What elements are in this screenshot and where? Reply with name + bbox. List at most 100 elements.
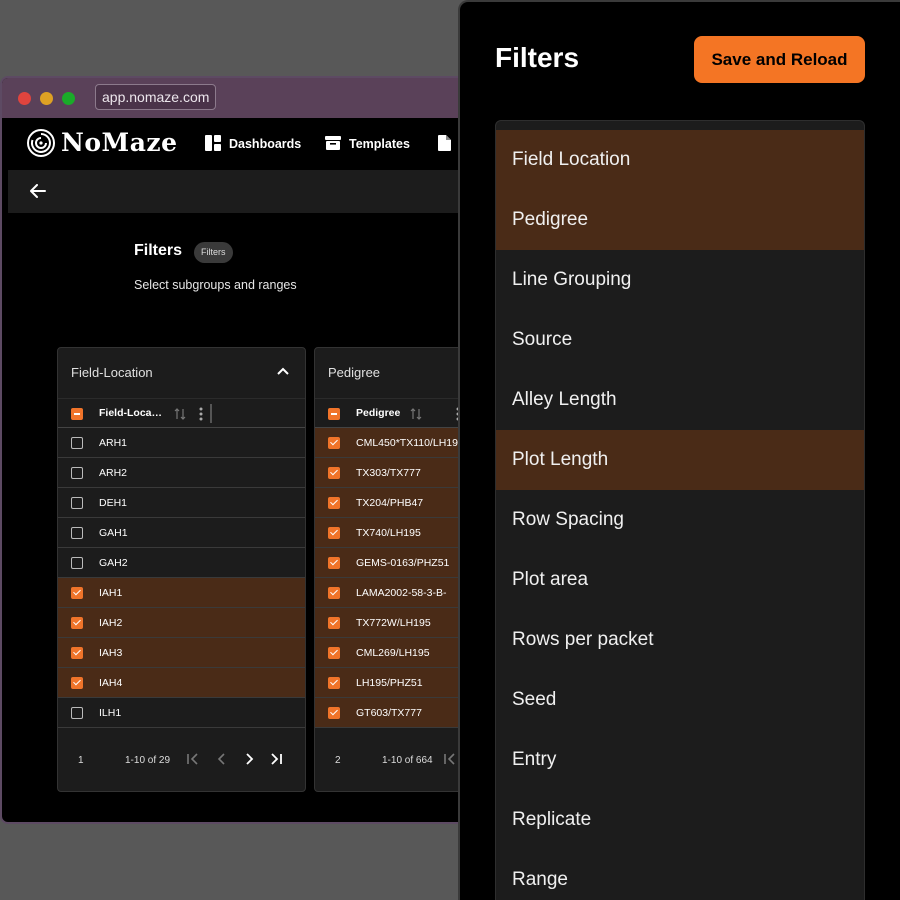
row-checkbox[interactable] [328, 437, 340, 449]
row-label: IAH2 [99, 617, 123, 629]
row-label: ARH2 [99, 467, 128, 479]
row-checkbox[interactable] [328, 617, 340, 629]
table-row[interactable]: LAMA2002-58-3-B- [315, 578, 468, 608]
table-row[interactable]: DEH1 [58, 488, 305, 518]
row-checkbox[interactable] [71, 617, 83, 629]
panel-title: Filters [495, 42, 580, 73]
table-row[interactable]: ILH1 [58, 698, 305, 728]
filter-list: Field Location Pedigree Line Grouping Sourc… [495, 120, 865, 900]
filter-item[interactable]: Pedigree [496, 190, 864, 250]
row-label: ARH1 [99, 437, 128, 449]
table-row[interactable]: GAH1 [58, 518, 305, 548]
row-checkbox[interactable] [328, 467, 340, 479]
save-and-reload-button[interactable]: Save and Reload [694, 36, 865, 83]
first-page-icon[interactable] [186, 752, 200, 766]
column-header[interactable]: Field-Loca… [99, 407, 162, 419]
row-checkbox[interactable] [71, 647, 83, 659]
table-row[interactable]: GAH2 [58, 548, 305, 578]
row-checkbox[interactable] [71, 677, 83, 689]
row-checkbox[interactable] [71, 437, 83, 449]
brand-name: NoMaze [61, 128, 178, 157]
close-window-button[interactable] [18, 92, 31, 105]
next-page-icon[interactable] [242, 752, 256, 766]
page-range: 1-10 of 29 [125, 755, 171, 766]
first-page-icon[interactable] [443, 752, 457, 766]
grid-header: Pedigree [315, 398, 468, 428]
filter-item[interactable]: Plot Length [496, 430, 864, 490]
row-checkbox[interactable] [71, 707, 83, 719]
table-row[interactable]: ARH2 [58, 458, 305, 488]
filter-item[interactable]: Plot area [496, 550, 864, 610]
row-checkbox[interactable] [328, 677, 340, 689]
row-checkbox[interactable] [71, 467, 83, 479]
table-row[interactable]: IAH3 [58, 638, 305, 668]
table-row[interactable]: CML450*TX110/LH19 [315, 428, 468, 458]
nav-dashboards[interactable]: Dashboards [205, 135, 301, 151]
app-header: NoMaze Dashboards Templates [8, 118, 468, 170]
table-row[interactable]: IAH1 [58, 578, 305, 608]
row-checkbox[interactable] [328, 497, 340, 509]
nav-templates[interactable]: Templates [325, 135, 410, 151]
more-vertical-icon[interactable] [199, 407, 203, 421]
table-row[interactable]: TX303/TX777 [315, 458, 468, 488]
table-row[interactable]: TX772W/LH195 [315, 608, 468, 638]
column-resize-handle[interactable] [210, 404, 212, 423]
table-row[interactable]: GEMS-0163/PHZ51 [315, 548, 468, 578]
pagination: 2 1-10 of 664 [315, 728, 468, 791]
card-header[interactable]: Field-Location [58, 348, 305, 398]
row-checkbox[interactable] [328, 527, 340, 539]
arrow-left-icon[interactable] [30, 184, 46, 198]
row-label: LAMA2002-58-3-B- [356, 587, 447, 599]
row-label: DEH1 [99, 497, 128, 509]
row-checkbox[interactable] [328, 707, 340, 719]
filter-item[interactable]: Replicate [496, 790, 864, 850]
select-all-checkbox[interactable] [328, 408, 340, 420]
prev-page-icon[interactable] [215, 752, 229, 766]
row-checkbox[interactable] [71, 497, 83, 509]
filter-item[interactable]: Entry [496, 730, 864, 790]
row-checkbox[interactable] [328, 587, 340, 599]
table-row[interactable]: IAH2 [58, 608, 305, 638]
table-row[interactable]: TX740/LH195 [315, 518, 468, 548]
nomaze-logo-icon [27, 129, 55, 157]
minimize-window-button[interactable] [40, 92, 53, 105]
filter-item[interactable]: Seed [496, 670, 864, 730]
table-row[interactable]: LH195/PHZ51 [315, 668, 468, 698]
sort-icon[interactable] [174, 408, 186, 420]
filter-item[interactable]: Rows per packet [496, 610, 864, 670]
row-label: ILH1 [99, 707, 122, 719]
filter-item[interactable]: Range [496, 850, 864, 900]
address-bar[interactable]: app.nomaze.com [95, 84, 217, 110]
row-checkbox[interactable] [71, 527, 83, 539]
page-title: Filters [134, 242, 183, 259]
row-checkbox[interactable] [328, 557, 340, 569]
field-location-card: Field-Location Field-Loca… ARH1 ARH2 DEH1 G… [57, 347, 306, 792]
row-checkbox[interactable] [71, 557, 83, 569]
sort-icon[interactable] [410, 408, 422, 420]
filter-item[interactable]: Source [496, 310, 864, 370]
filter-item[interactable]: Alley Length [496, 370, 864, 430]
table-row[interactable]: CML269/LH195 [315, 638, 468, 668]
browser-window: app.nomaze.com NoMaze Dashboards Templat… [0, 76, 470, 824]
row-label: GAH1 [99, 527, 128, 539]
column-header[interactable]: Pedigree [356, 407, 400, 419]
last-page-icon[interactable] [269, 752, 283, 766]
table-row[interactable]: GT603/TX777 [315, 698, 468, 728]
nav-templates-label: Templates [349, 137, 410, 151]
filter-item[interactable]: Field Location [496, 130, 864, 190]
card-header[interactable]: Pedigree [315, 348, 468, 398]
nav-documents[interactable] [438, 135, 459, 151]
table-row[interactable]: IAH4 [58, 668, 305, 698]
row-checkbox[interactable] [71, 587, 83, 599]
maximize-window-button[interactable] [62, 92, 75, 105]
row-label: IAH3 [99, 647, 123, 659]
select-all-checkbox[interactable] [71, 408, 83, 420]
filter-item[interactable]: Line Grouping [496, 250, 864, 310]
table-row[interactable]: TX204/PHB47 [315, 488, 468, 518]
row-label: TX303/TX777 [356, 467, 421, 479]
filter-item[interactable]: Row Spacing [496, 490, 864, 550]
row-checkbox[interactable] [328, 647, 340, 659]
table-row[interactable]: ARH1 [58, 428, 305, 458]
chevron-up-icon[interactable] [277, 367, 289, 375]
filters-panel: Filters Save and Reload Field Location Pe… [458, 0, 900, 900]
